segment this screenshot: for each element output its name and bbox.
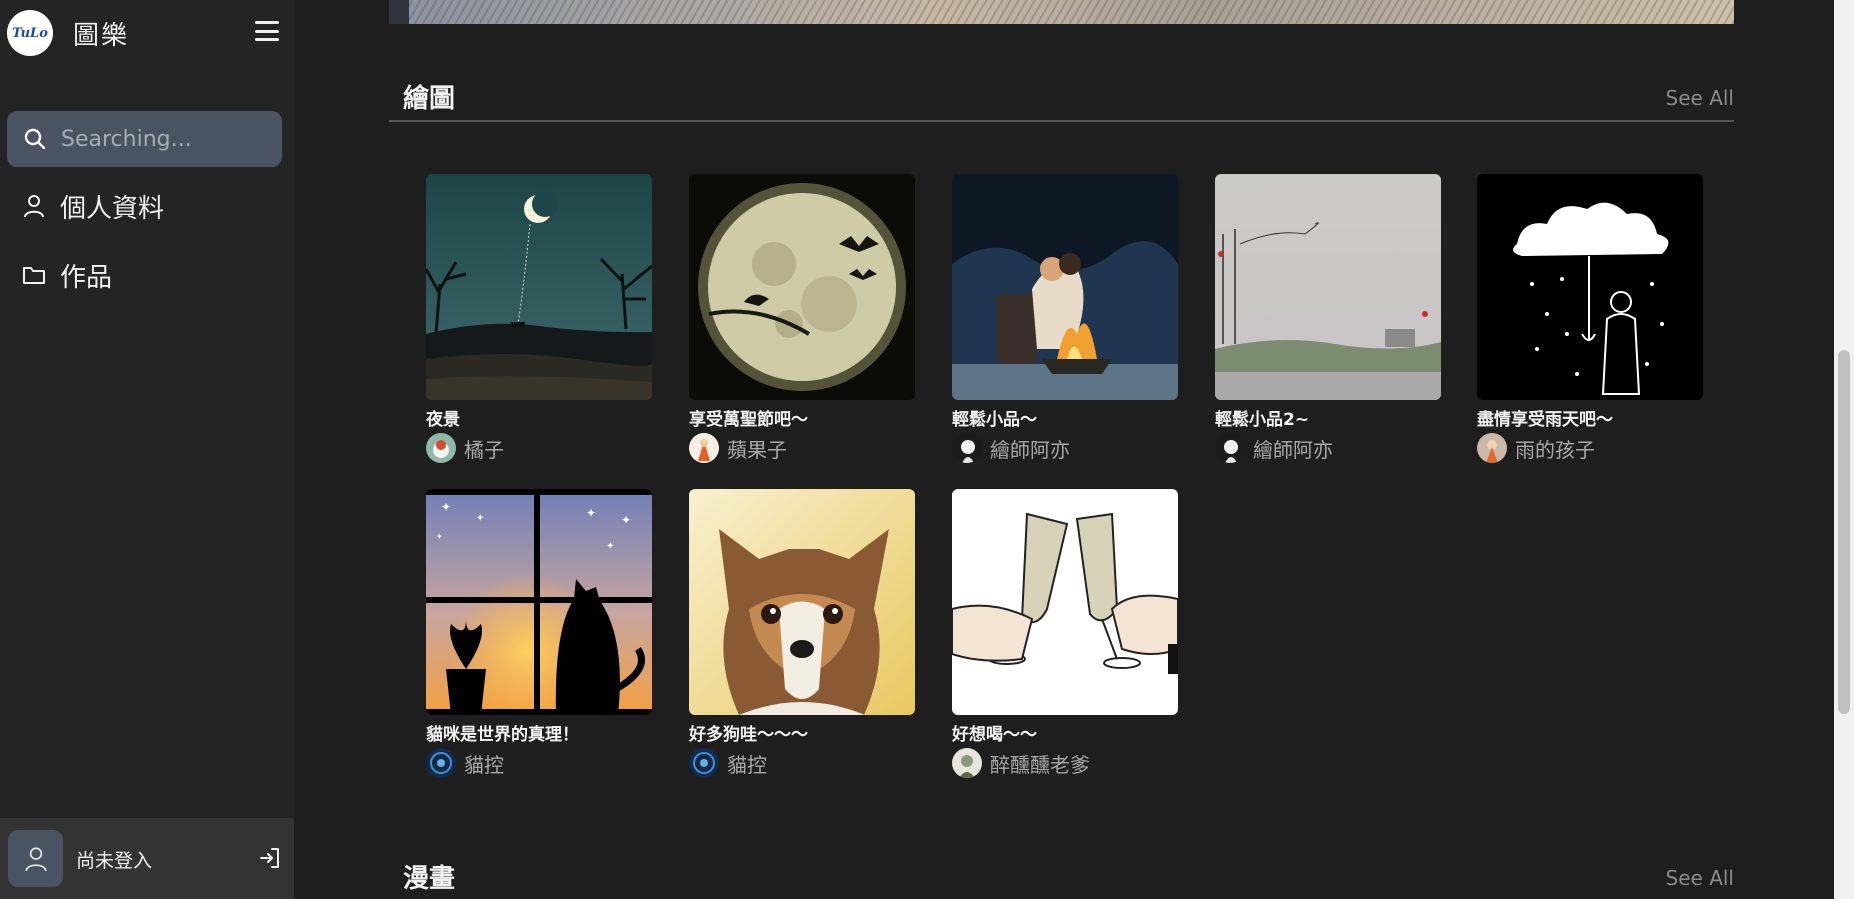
artwork-title[interactable]: 盡情享受雨天吧～ — [1477, 405, 1703, 430]
login-icon[interactable] — [258, 846, 282, 870]
section-title: 漫畫 — [403, 864, 456, 894]
artwork-thumbnail[interactable] — [952, 174, 1178, 400]
author-name: 貓控 — [464, 752, 504, 777]
author-link[interactable]: 貓控 — [689, 748, 915, 778]
artwork-card[interactable]: 盡情享受雨天吧～ 雨的孩子 — [1477, 174, 1703, 463]
author-name: 雨的孩子 — [1515, 437, 1595, 462]
artwork-card[interactable]: 享受萬聖節吧～ 蘋果子 — [689, 174, 915, 463]
avatar — [689, 748, 719, 778]
avatar — [1215, 433, 1245, 463]
section-title: 繪圖 — [403, 84, 456, 114]
svg-text:✦: ✦ — [586, 506, 596, 520]
author-link[interactable]: 醉醺醺老爹 — [952, 748, 1178, 778]
artwork-title[interactable]: 好多狗哇～～～ — [689, 720, 915, 745]
artwork-title[interactable]: 好想喝～～ — [952, 720, 1178, 745]
user-icon — [24, 195, 44, 218]
artwork-thumbnail[interactable] — [1215, 174, 1441, 400]
author-name: 貓控 — [727, 752, 767, 777]
artwork-title[interactable]: 夜景 — [426, 405, 652, 430]
author-link[interactable]: 橘子 — [426, 433, 652, 463]
artwork-card[interactable]: 夜景 橘子 — [426, 174, 652, 463]
page-scrollbar[interactable] — [1834, 0, 1854, 899]
sidebar: TuLo 圖樂 個人資料 作品 尚未登入 — [0, 0, 294, 899]
artwork-card[interactable]: ✦ ✦ ✦ ✦ ✦ ✦ 貓咪是世界的真理！ 貓控 — [426, 489, 652, 778]
sidebar-item-label: 作品 — [60, 262, 113, 293]
user-bar: 尚未登入 — [0, 818, 294, 899]
avatar — [952, 433, 982, 463]
sidebar-item-profile[interactable]: 個人資料 — [22, 186, 164, 226]
sidebar-item-label: 個人資料 — [60, 193, 165, 224]
artwork-card[interactable]: 輕鬆小品2~ 繪師阿亦 — [1215, 174, 1441, 463]
avatar — [426, 748, 456, 778]
svg-text:✦: ✦ — [436, 532, 443, 541]
artwork-title[interactable]: 享受萬聖節吧～ — [689, 405, 915, 430]
artwork-card[interactable]: 好想喝～～ 醉醺醺老爹 — [952, 489, 1178, 778]
author-link[interactable]: 蘋果子 — [689, 433, 915, 463]
artwork-thumbnail[interactable] — [1477, 174, 1703, 400]
author-name: 醉醺醺老爹 — [990, 752, 1090, 777]
app-logo: TuLo — [7, 10, 53, 56]
banner-image[interactable] — [389, 0, 1734, 24]
main-content: 繪圖 See All 夜景 橘子 享受萬聖節吧～ 蘋果子 輕鬆小品～ 繪師阿亦 … — [295, 0, 1834, 899]
avatar[interactable] — [8, 830, 63, 887]
artwork-card[interactable]: 輕鬆小品～ 繪師阿亦 — [952, 174, 1178, 463]
author-name: 橘子 — [464, 437, 504, 462]
author-link[interactable]: 繪師阿亦 — [1215, 433, 1441, 463]
artwork-thumbnail[interactable] — [689, 489, 915, 715]
artwork-thumbnail[interactable]: ✦ ✦ ✦ ✦ ✦ ✦ — [426, 489, 652, 715]
author-name: 蘋果子 — [727, 437, 787, 462]
hamburger-menu-icon[interactable] — [253, 18, 281, 44]
app-name: 圖樂 — [73, 20, 130, 51]
svg-text:✦: ✦ — [621, 513, 631, 527]
artwork-title[interactable]: 貓咪是世界的真理！ — [426, 720, 652, 745]
artwork-title[interactable]: 輕鬆小品2~ — [1215, 405, 1441, 430]
artwork-thumbnail[interactable] — [952, 489, 1178, 715]
scrollbar-thumb[interactable] — [1838, 350, 1850, 714]
sidebar-item-works[interactable]: 作品 — [22, 255, 112, 295]
section-header-drawing: 繪圖 See All — [389, 74, 1734, 122]
avatar — [426, 433, 456, 463]
artwork-title[interactable]: 輕鬆小品～ — [952, 405, 1178, 430]
svg-text:✦: ✦ — [476, 513, 484, 524]
author-name: 繪師阿亦 — [1253, 437, 1333, 462]
search-box[interactable] — [7, 111, 282, 167]
user-icon — [24, 846, 47, 871]
folder-icon — [23, 267, 45, 284]
section-header-comic: 漫畫 See All — [389, 854, 1734, 899]
artwork-card[interactable]: 好多狗哇～～～ 貓控 — [689, 489, 915, 778]
see-all-link[interactable]: See All — [1666, 86, 1734, 110]
artwork-thumbnail[interactable] — [426, 174, 652, 400]
avatar — [689, 433, 719, 463]
search-input[interactable] — [61, 126, 261, 152]
author-name: 繪師阿亦 — [990, 437, 1070, 462]
svg-text:✦: ✦ — [441, 500, 451, 514]
author-link[interactable]: 繪師阿亦 — [952, 433, 1178, 463]
svg-text:✦: ✦ — [606, 541, 614, 552]
brand[interactable]: TuLo 圖樂 — [7, 10, 129, 56]
artwork-thumbnail[interactable] — [689, 174, 915, 400]
author-link[interactable]: 貓控 — [426, 748, 652, 778]
see-all-link[interactable]: See All — [1666, 866, 1734, 890]
search-icon — [24, 128, 46, 150]
avatar — [952, 748, 982, 778]
avatar — [1477, 433, 1507, 463]
author-link[interactable]: 雨的孩子 — [1477, 433, 1703, 463]
login-status: 尚未登入 — [76, 850, 153, 872]
